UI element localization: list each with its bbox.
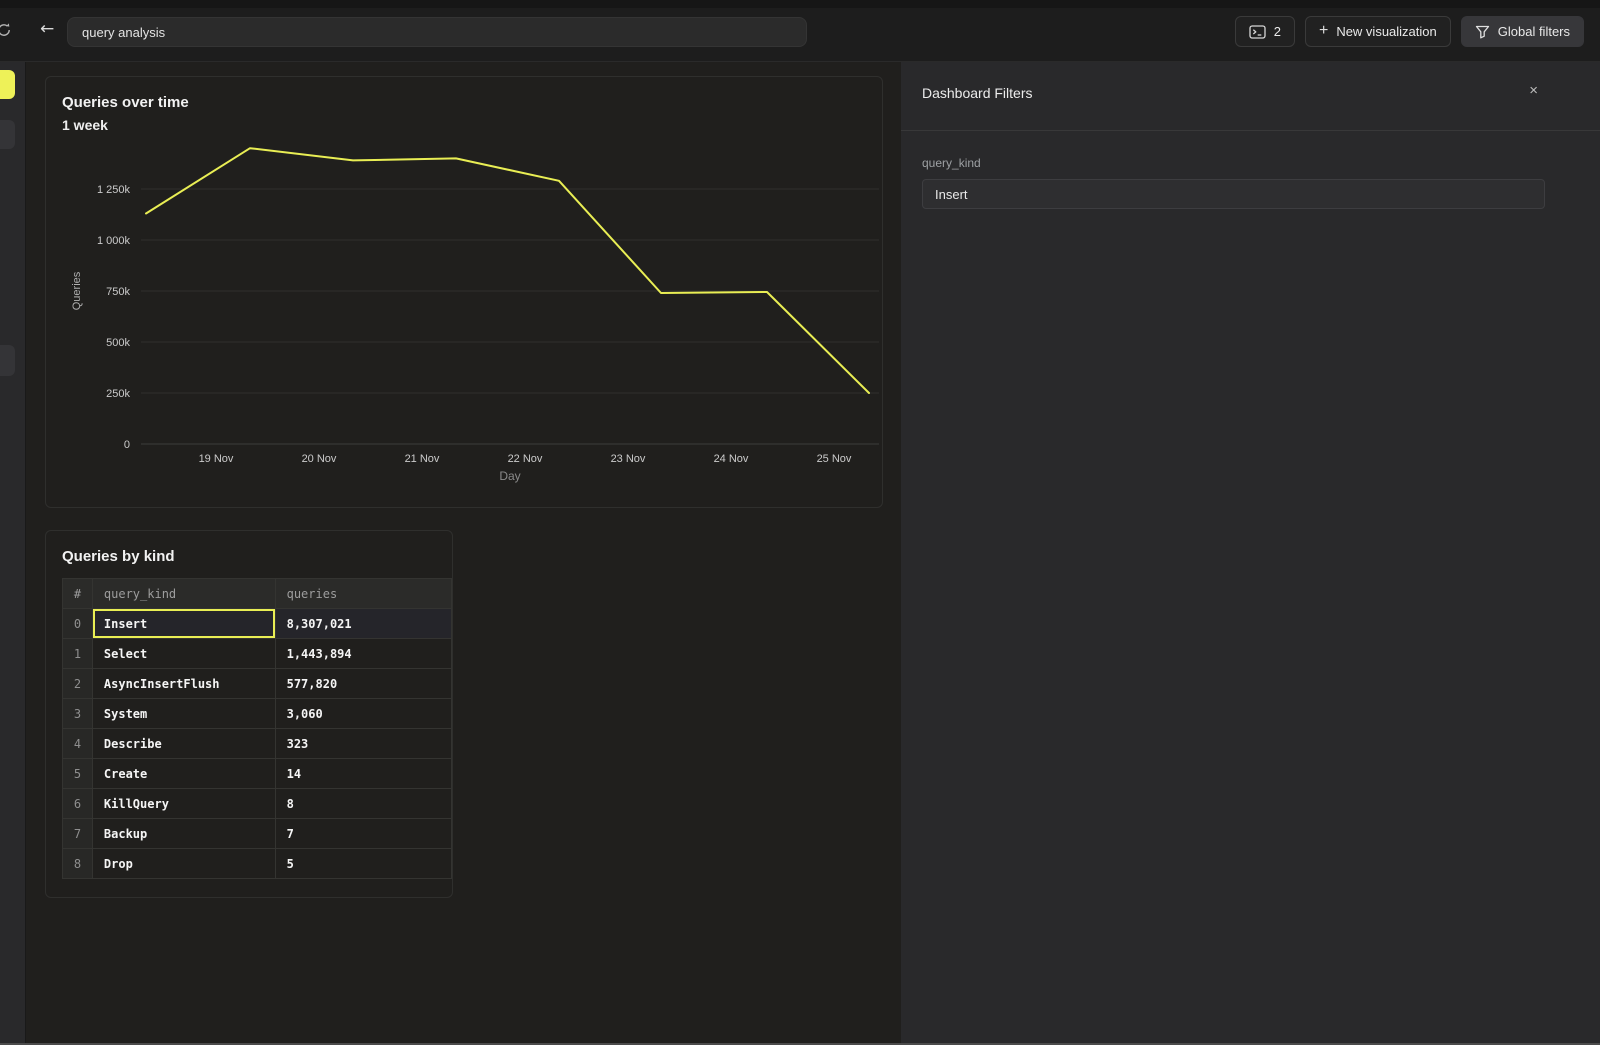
queries-value-cell[interactable]: 5 <box>275 849 451 879</box>
y-axis-tick-label: 1 000k <box>97 235 131 247</box>
new-visualization-button[interactable]: + New visualization <box>1305 16 1451 47</box>
row-index-cell: 2 <box>63 669 93 699</box>
row-index-cell: 8 <box>63 849 93 879</box>
queries-value-cell[interactable]: 14 <box>275 759 451 789</box>
column-header-index: # <box>63 579 93 609</box>
sidebar-item[interactable] <box>0 345 15 376</box>
row-index-cell: 3 <box>63 699 93 729</box>
y-axis-tick-label: 500k <box>106 337 130 349</box>
refresh-icon-glyph <box>0 22 12 38</box>
console-icon <box>1249 25 1266 39</box>
sql-console-button[interactable]: 2 <box>1235 16 1295 47</box>
console-count: 2 <box>1274 24 1281 39</box>
table-row: 2AsyncInsertFlush577,820 <box>63 669 452 699</box>
global-filters-label: Global filters <box>1498 24 1570 39</box>
sidebar-item[interactable] <box>0 120 15 149</box>
x-axis-tick-label: 19 Nov <box>199 453 234 465</box>
filters-panel-header: Dashboard Filters × <box>901 62 1600 131</box>
x-axis-tick-label: 21 Nov <box>405 453 440 465</box>
new-visualization-label: New visualization <box>1336 24 1436 39</box>
filters-panel-body: query_kind <box>901 131 1600 209</box>
funnel-icon <box>1475 25 1490 39</box>
column-header-queries: queries <box>275 579 451 609</box>
y-axis-tick-label: 750k <box>106 286 130 298</box>
y-axis-tick-label: 0 <box>124 439 130 451</box>
queries-value-cell[interactable]: 7 <box>275 819 451 849</box>
table-row: 1Select1,443,894 <box>63 639 452 669</box>
x-axis-tick-label: 23 Nov <box>611 453 646 465</box>
topbar: ← 2 + New visualization Global filters <box>0 8 1600 62</box>
queries-value-cell[interactable]: 8,307,021 <box>275 609 451 639</box>
table-row: 6KillQuery8 <box>63 789 452 819</box>
queries-value-cell[interactable]: 577,820 <box>275 669 451 699</box>
table-row: 5Create14 <box>63 759 452 789</box>
table-row: 4Describe323 <box>63 729 452 759</box>
row-index-cell: 4 <box>63 729 93 759</box>
filter-field-label: query_kind <box>922 156 1545 170</box>
query-kind-cell[interactable]: Create <box>92 759 275 789</box>
row-index-cell: 1 <box>63 639 93 669</box>
column-header-query-kind: query_kind <box>92 579 275 609</box>
topbar-actions: 2 + New visualization Global filters <box>1235 16 1584 47</box>
dashboard-filters-panel: Dashboard Filters × query_kind <box>901 62 1600 1045</box>
refresh-icon[interactable] <box>0 22 12 38</box>
query-kind-cell[interactable]: KillQuery <box>92 789 275 819</box>
filters-panel-title: Dashboard Filters <box>922 85 1033 101</box>
query-kind-cell[interactable]: Backup <box>92 819 275 849</box>
queries-value-cell[interactable]: 1,443,894 <box>275 639 451 669</box>
y-axis-title: Queries <box>71 271 83 310</box>
query-kind-cell[interactable]: Drop <box>92 849 275 879</box>
table-row: 7Backup7 <box>63 819 452 849</box>
query-kind-filter-input[interactable] <box>922 179 1545 209</box>
chart-title: Queries over time <box>62 94 189 111</box>
queries-value-cell[interactable]: 8 <box>275 789 451 819</box>
queries-by-kind-table: # query_kind queries 0Insert8,307,0211Se… <box>62 578 452 879</box>
back-button[interactable]: ← <box>40 21 54 38</box>
query-kind-cell[interactable]: Insert <box>92 609 275 639</box>
query-kind-cell[interactable]: AsyncInsertFlush <box>92 669 275 699</box>
queries-over-time-chart[interactable]: 0 250k 500k 750k 1 000k 1 250k 19 Nov 20 Nov 21 … <box>46 77 882 507</box>
queries-value-cell[interactable]: 323 <box>275 729 451 759</box>
query-kind-cell[interactable]: Describe <box>92 729 275 759</box>
table-title: Queries by kind <box>62 548 175 565</box>
table-header-row: # query_kind queries <box>63 579 452 609</box>
chart-subtitle: 1 week <box>62 117 108 133</box>
table-row: 3System3,060 <box>63 699 452 729</box>
x-axis-title: Day <box>499 469 520 483</box>
queries-by-kind-panel: Queries by kind # query_kind queries 0In… <box>45 530 453 898</box>
y-axis-tick-label: 250k <box>106 388 130 400</box>
sidebar-item-active[interactable] <box>0 70 15 99</box>
y-axis-tick-label: 1 250k <box>97 184 131 196</box>
dashboard-title-input[interactable] <box>67 17 807 47</box>
close-icon[interactable]: × <box>1529 83 1538 98</box>
row-index-cell: 7 <box>63 819 93 849</box>
query-kind-cell[interactable]: System <box>92 699 275 729</box>
x-axis-tick-label: 20 Nov <box>302 453 337 465</box>
global-filters-button[interactable]: Global filters <box>1461 16 1584 47</box>
x-axis-tick-label: 25 Nov <box>817 453 852 465</box>
row-index-cell: 5 <box>63 759 93 789</box>
x-axis-tick-label: 22 Nov <box>508 453 543 465</box>
row-index-cell: 6 <box>63 789 93 819</box>
window-top-edge <box>0 0 1600 8</box>
table-row: 8Drop5 <box>63 849 452 879</box>
table-row: 0Insert8,307,021 <box>63 609 452 639</box>
plus-icon: + <box>1319 23 1328 39</box>
sidebar <box>0 62 26 1043</box>
row-index-cell: 0 <box>63 609 93 639</box>
query-kind-cell[interactable]: Select <box>92 639 275 669</box>
queries-over-time-panel: Queries over time 1 week 0 250k 500k 750k 1 … <box>45 76 883 508</box>
x-axis-tick-label: 24 Nov <box>714 453 749 465</box>
queries-value-cell[interactable]: 3,060 <box>275 699 451 729</box>
queries-series-line <box>146 148 869 393</box>
